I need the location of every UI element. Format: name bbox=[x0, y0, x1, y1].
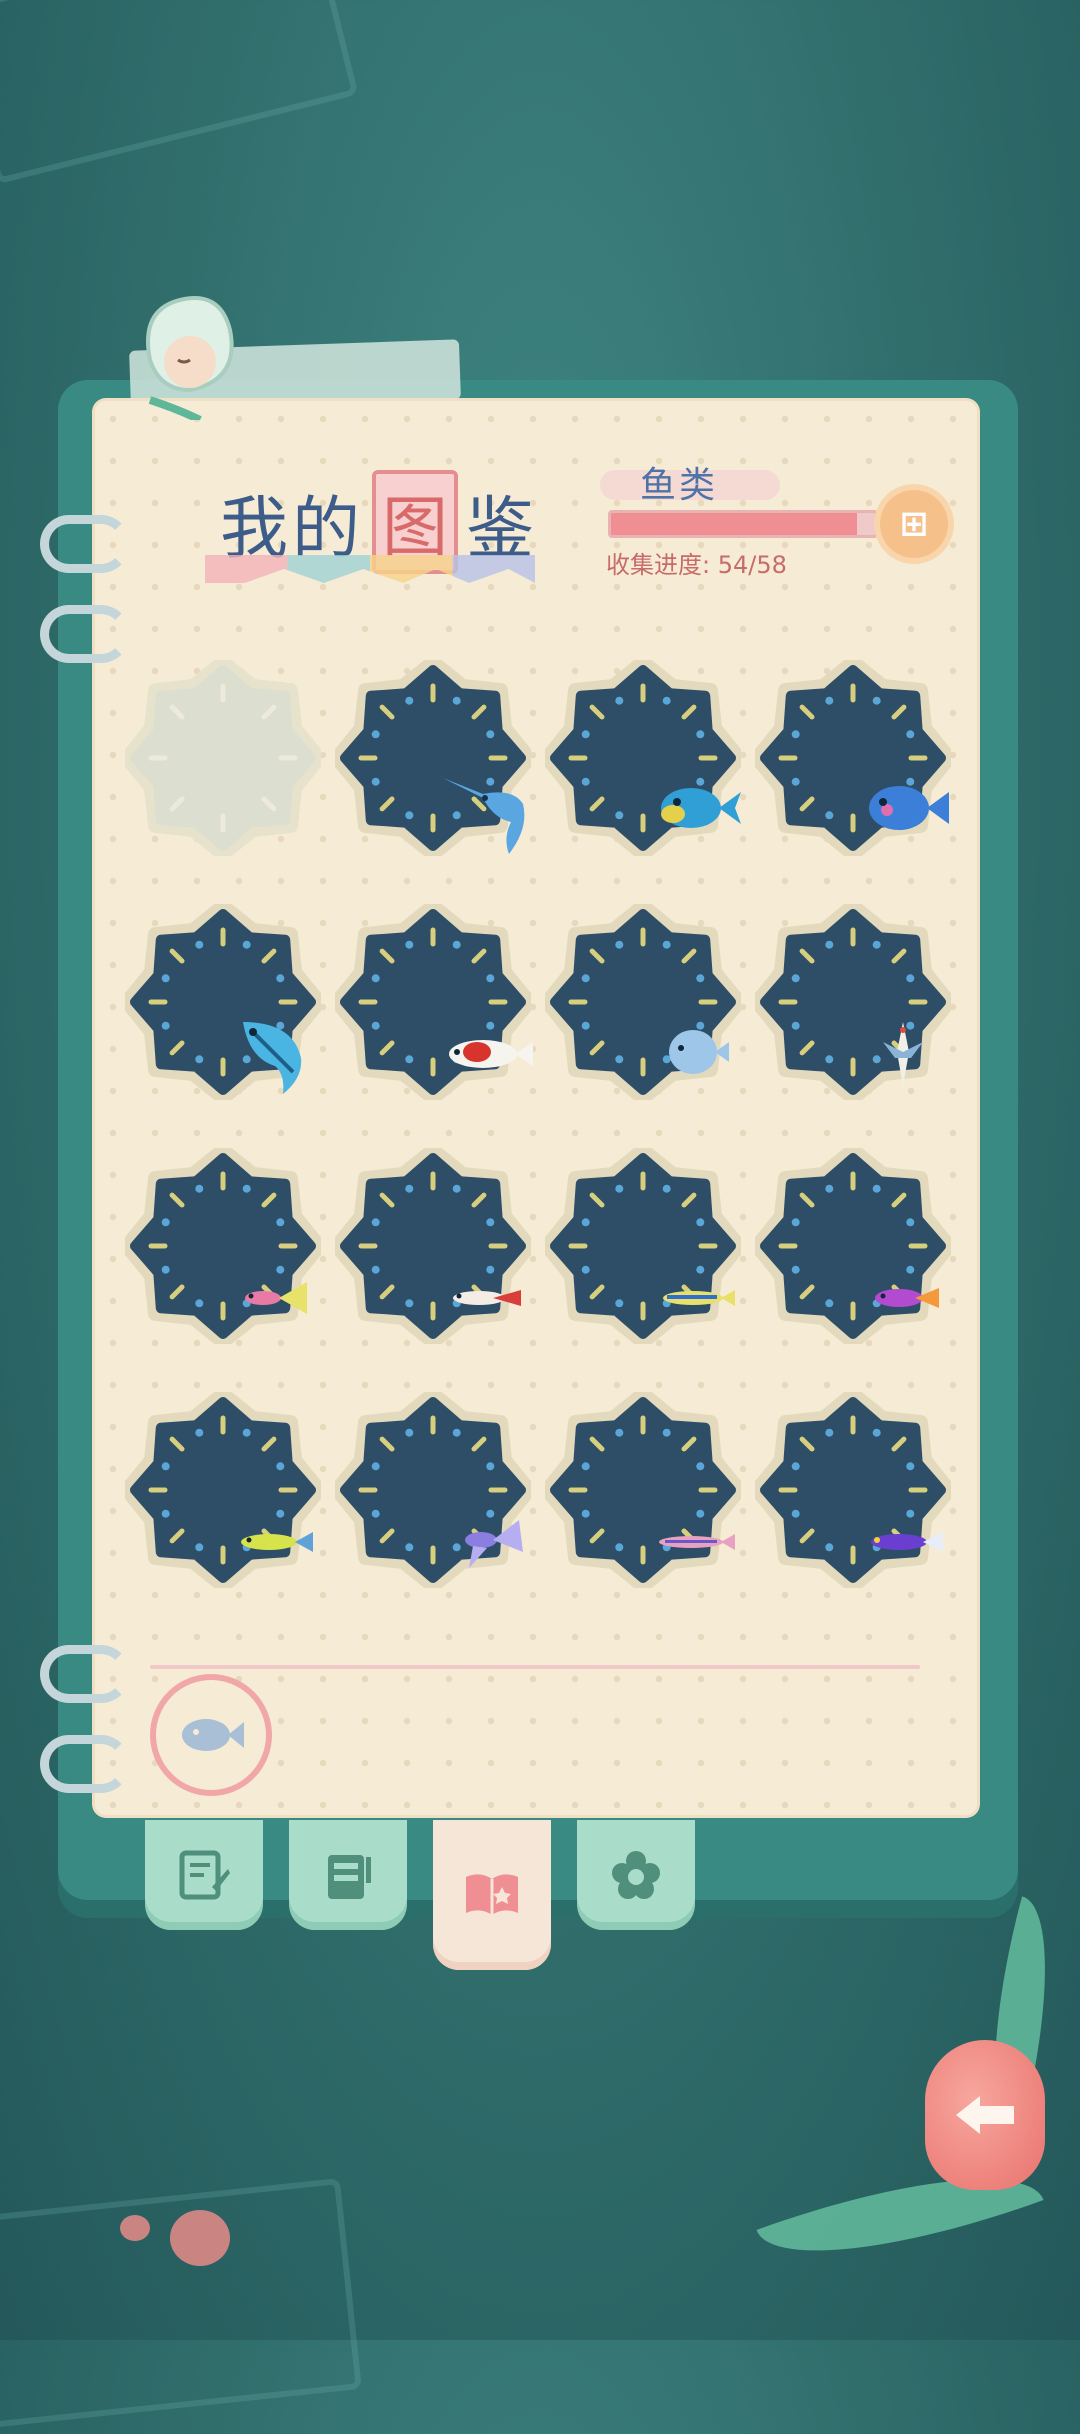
note-pencil-icon bbox=[179, 1850, 230, 1900]
collection-progress-label: 收集进度: 54/58 bbox=[606, 551, 787, 579]
page-divider bbox=[150, 1665, 920, 1669]
fish-badge bbox=[125, 904, 321, 1100]
fish-badge bbox=[335, 660, 531, 856]
fish-filter-icon bbox=[182, 1719, 244, 1751]
fish-badge bbox=[125, 1392, 321, 1588]
tab-notes[interactable] bbox=[145, 1820, 263, 1930]
collection-slot[interactable] bbox=[538, 1368, 748, 1612]
back-button[interactable] bbox=[925, 2040, 1045, 2190]
fish-badge bbox=[545, 1392, 741, 1588]
binder-ring bbox=[40, 515, 130, 573]
open-book-icon bbox=[466, 1874, 518, 1915]
fish-badge bbox=[545, 904, 741, 1100]
flower-icon bbox=[612, 1851, 660, 1899]
binder-ring bbox=[40, 1735, 130, 1793]
collection-slot[interactable] bbox=[748, 1124, 958, 1368]
binder-ring bbox=[40, 1645, 130, 1703]
fish-filter-button[interactable] bbox=[150, 1674, 272, 1796]
fish-badge bbox=[335, 904, 533, 1100]
collection-progress-bar bbox=[608, 510, 878, 538]
background-frame-shape bbox=[0, 0, 359, 185]
collection-slot[interactable] bbox=[118, 1368, 328, 1612]
collection-slot[interactable] bbox=[748, 1368, 958, 1612]
collection-slot[interactable] bbox=[538, 636, 748, 880]
fish-badge bbox=[545, 1148, 741, 1344]
tab-flowers[interactable] bbox=[577, 1820, 695, 1930]
tab-collection[interactable] bbox=[433, 1820, 551, 1970]
collection-slot[interactable] bbox=[538, 880, 748, 1124]
collection-slot[interactable] bbox=[118, 880, 328, 1124]
fish-badge bbox=[335, 1392, 531, 1588]
collection-slot[interactable] bbox=[118, 1124, 328, 1368]
tab-tasks[interactable] bbox=[289, 1820, 407, 1930]
decor-pebble bbox=[120, 2215, 150, 2241]
tulip-mascot-icon bbox=[146, 296, 234, 420]
collection-slot[interactable] bbox=[748, 880, 958, 1124]
decor-pebble bbox=[170, 2210, 230, 2266]
collection-slot[interactable] bbox=[328, 1368, 538, 1612]
fish-badge bbox=[755, 904, 951, 1100]
collection-progress-fill bbox=[611, 513, 857, 535]
back-arrow-icon bbox=[956, 2096, 1014, 2134]
category-label[interactable]: 鱼类 bbox=[640, 456, 718, 508]
fish-badge bbox=[125, 1148, 321, 1344]
locked-badge bbox=[125, 660, 321, 856]
fish-badge bbox=[755, 1148, 951, 1344]
collection-slot bbox=[118, 636, 328, 880]
fish-badge bbox=[755, 660, 951, 856]
journal-tabs bbox=[145, 1820, 695, 1970]
collection-slot[interactable] bbox=[538, 1124, 748, 1368]
collection-slot[interactable] bbox=[328, 880, 538, 1124]
fish-badge bbox=[755, 1392, 951, 1588]
fish-badge bbox=[335, 1148, 531, 1344]
fish-collection-grid bbox=[118, 636, 958, 1612]
gift-icon[interactable]: ⊞ bbox=[880, 490, 948, 558]
clipboard-icon bbox=[328, 1855, 371, 1899]
collection-slot[interactable] bbox=[328, 1124, 538, 1368]
fish-badge bbox=[545, 660, 741, 856]
binder-ring bbox=[40, 605, 130, 663]
collection-slot[interactable] bbox=[748, 636, 958, 880]
collection-slot[interactable] bbox=[328, 636, 538, 880]
